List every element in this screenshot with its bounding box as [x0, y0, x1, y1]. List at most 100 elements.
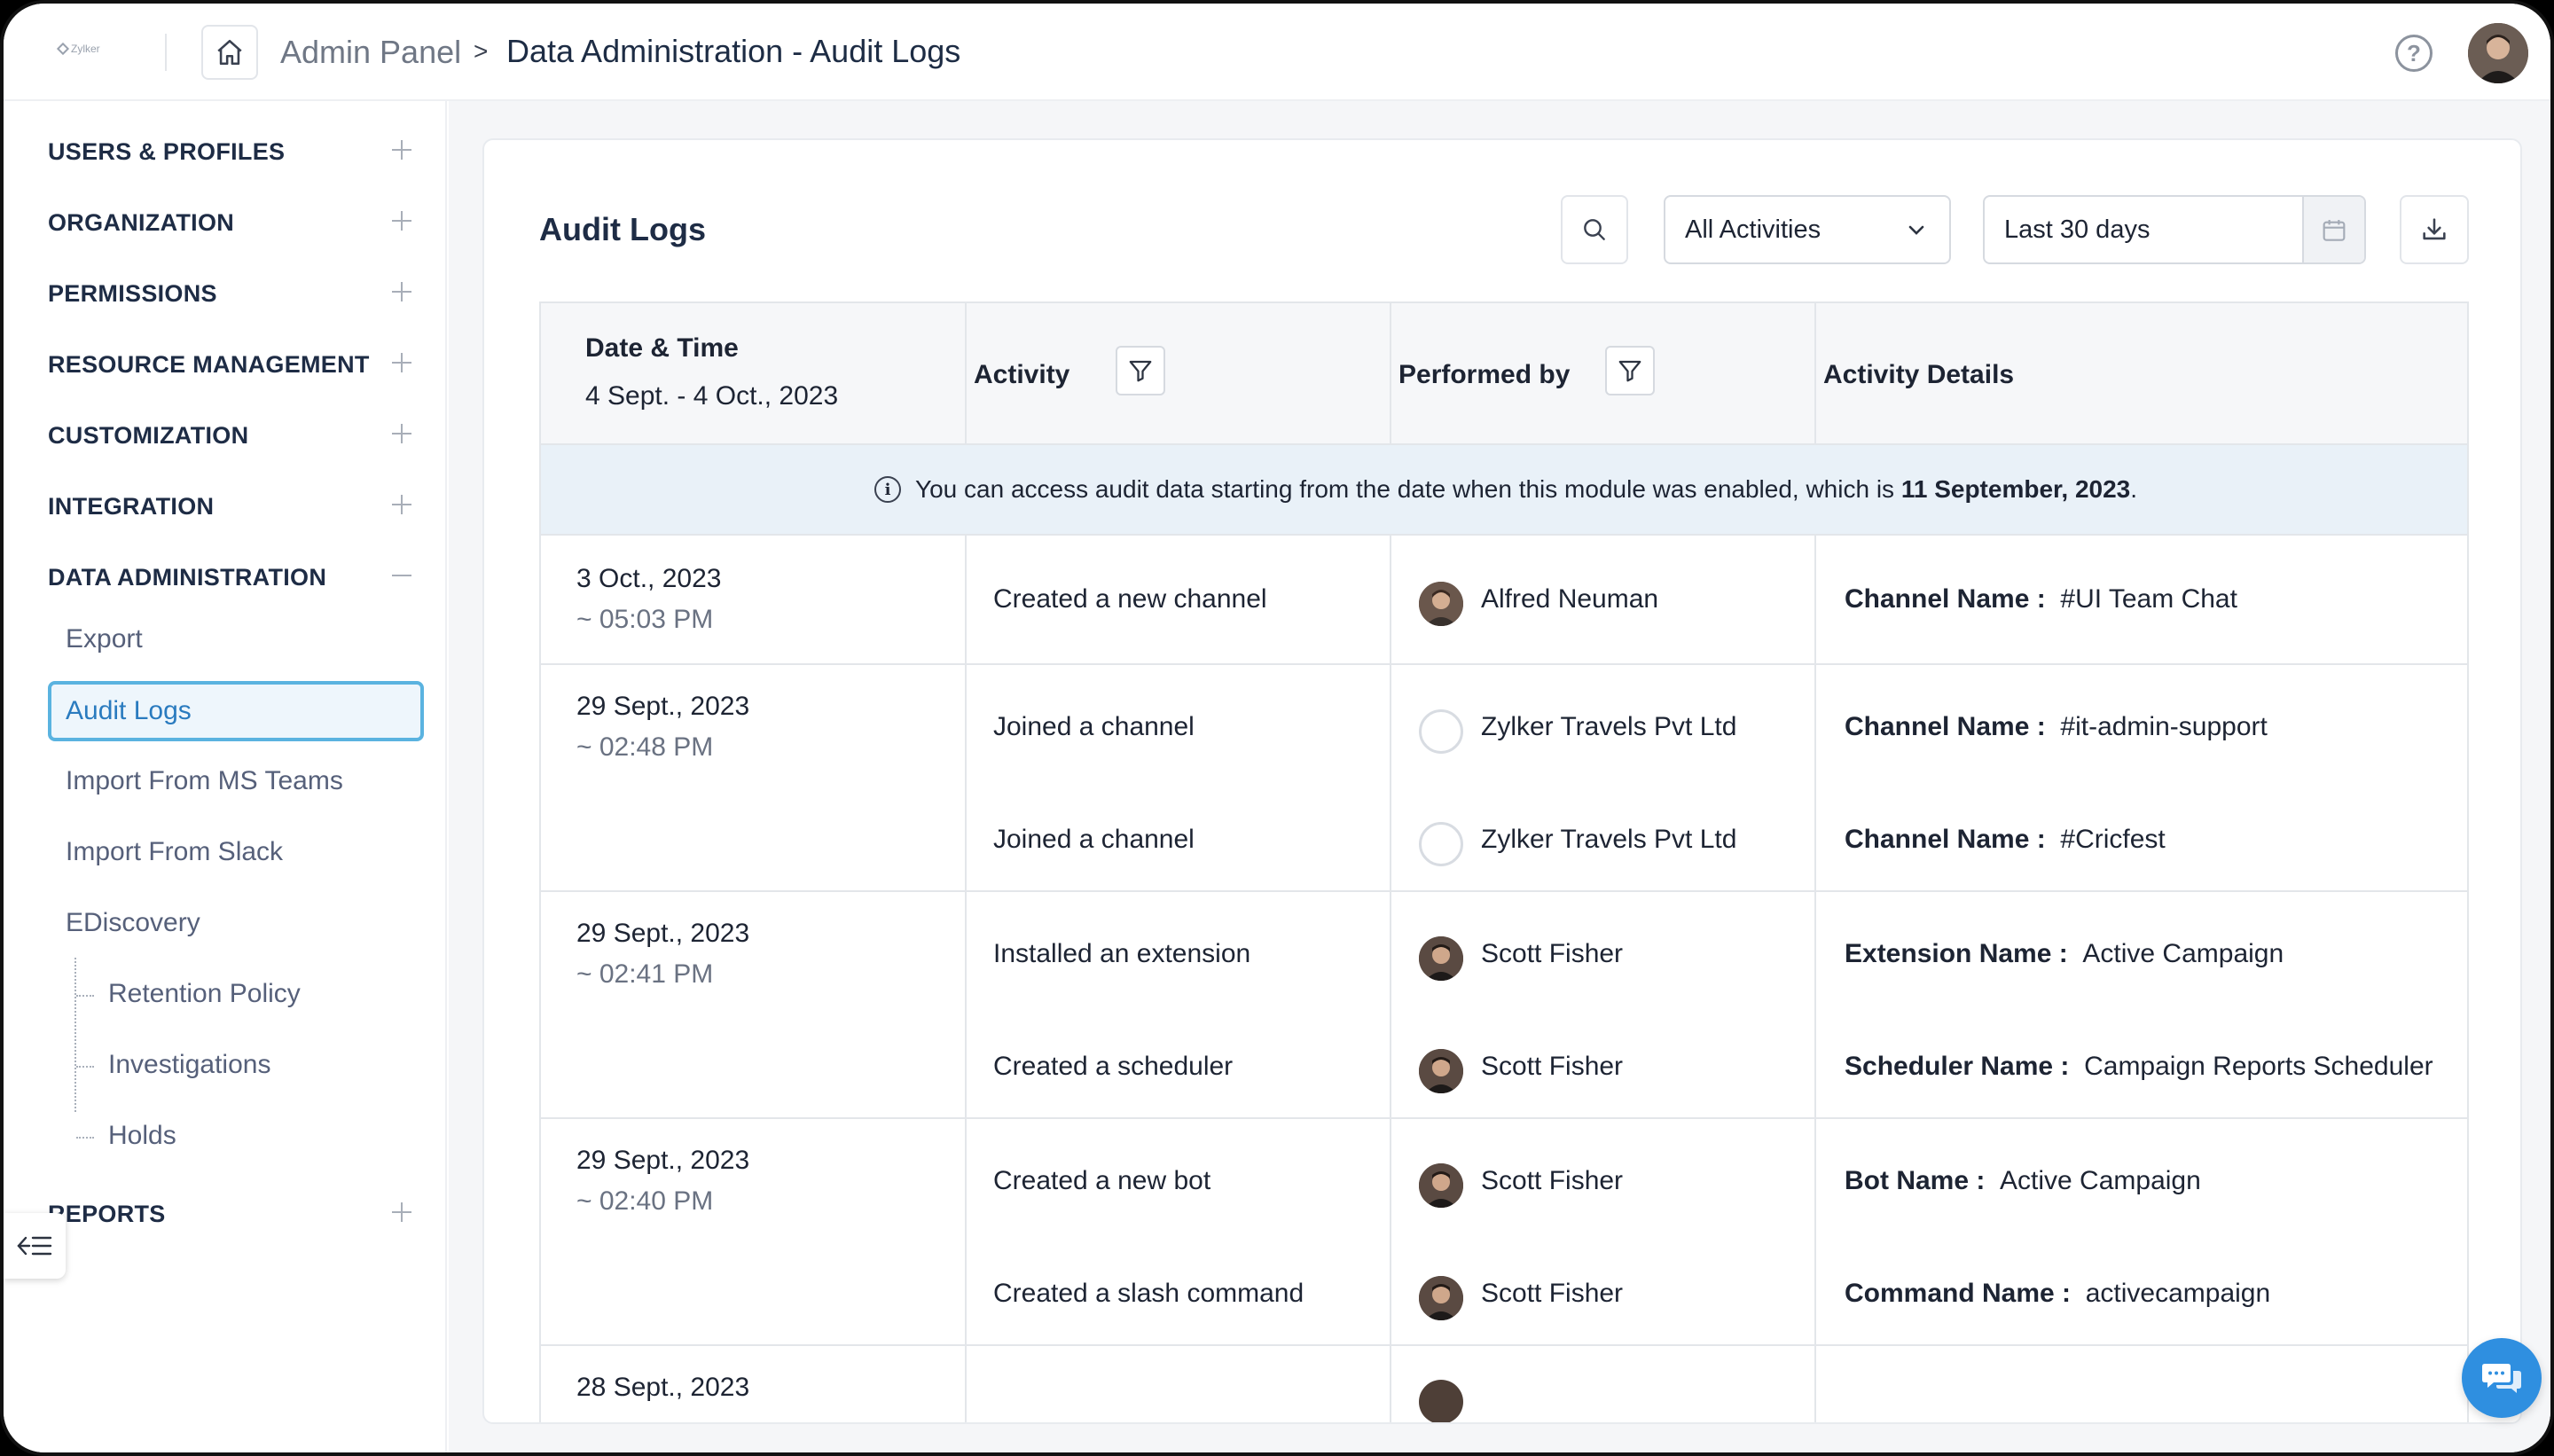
plus-icon[interactable] — [392, 1202, 411, 1222]
performed-by-filter — [1605, 346, 1655, 395]
row-activity: Installed an extension — [993, 939, 1251, 968]
column-performed-by-label: Performed by — [1398, 360, 1571, 389]
tree-branch — [76, 995, 94, 997]
row-user: Alfred Neuman — [1481, 584, 1659, 614]
home-icon — [217, 39, 242, 66]
header-divider — [165, 34, 167, 71]
plus-icon[interactable] — [392, 495, 411, 514]
sidebar-section-organization[interactable]: ORGANIZATION — [48, 209, 234, 237]
sidebar-section-integration[interactable]: INTEGRATION — [48, 493, 214, 521]
help-glyph: ? — [2407, 39, 2421, 67]
sidebar-section-users-profiles[interactable]: USERS & PROFILES — [48, 138, 285, 166]
detail-value: #UI Team Chat — [2060, 584, 2237, 614]
detail-value: activecampaign — [2085, 1279, 2271, 1308]
plus-icon[interactable] — [392, 424, 411, 443]
collapse-sidebar-button[interactable] — [4, 1213, 66, 1279]
search-icon — [1584, 219, 1605, 240]
column-divider — [1390, 536, 1391, 1422]
row-divider — [541, 1117, 2467, 1119]
row-divider — [541, 890, 2467, 892]
plus-icon[interactable] — [392, 140, 411, 160]
activity-filter-button[interactable] — [1116, 346, 1165, 395]
avatar — [1419, 936, 1463, 981]
row-time: ~ 05:03 PM — [576, 605, 714, 634]
chat-button[interactable] — [2462, 1338, 2542, 1418]
performed-by-filter-button[interactable] — [1605, 346, 1655, 395]
detail-label: Channel Name : — [1845, 712, 2046, 741]
row-date: 29 Sept., 2023 — [576, 1146, 750, 1175]
download-button[interactable] — [2400, 195, 2469, 264]
sidebar-item-audit-logs[interactable]: Audit Logs — [48, 681, 424, 741]
sidebar-section-resource-management[interactable]: RESOURCE MANAGEMENT — [48, 351, 370, 379]
sidebar-item-retention-policy[interactable]: Retention Policy — [108, 979, 301, 1009]
tree-branch — [76, 1066, 94, 1068]
detail-label: Extension Name : — [1845, 939, 2068, 968]
search-button[interactable] — [1561, 195, 1628, 264]
row-details: Scheduler Name : Campaign Reports Schedu… — [1845, 1052, 2433, 1082]
detail-value: Campaign Reports Scheduler — [2084, 1052, 2433, 1081]
column-divider — [1814, 303, 1816, 445]
filter-icon — [1618, 360, 1641, 382]
calendar-button[interactable] — [2302, 197, 2364, 262]
avatar-photo — [2468, 23, 2528, 83]
avatar — [1419, 1163, 1463, 1208]
row-activity: Created a scheduler — [993, 1052, 1234, 1081]
chat-icon — [2482, 1364, 2521, 1393]
plus-icon[interactable] — [392, 211, 411, 231]
row-activity: Joined a channel — [993, 712, 1195, 741]
sidebar-item-ediscovery[interactable]: EDiscovery — [66, 908, 200, 938]
detail-value: Active Campaign — [2000, 1166, 2201, 1195]
audit-logs-card: Audit Logs All Activities Last 30 days D… — [482, 138, 2522, 1424]
date-range-value: Last 30 days — [2004, 215, 2151, 244]
sidebar-section-customization[interactable]: CUSTOMIZATION — [48, 422, 248, 450]
avatar — [1419, 709, 1463, 754]
plus-icon[interactable] — [392, 353, 411, 372]
user-avatar[interactable] — [2468, 23, 2528, 83]
row-date: 28 Sept., 2023 — [576, 1373, 750, 1402]
row-date: 3 Oct., 2023 — [576, 564, 722, 593]
avatar — [1419, 1049, 1463, 1093]
row-activity: Joined a channel — [993, 825, 1195, 854]
row-user: Scott Fisher — [1481, 1279, 1624, 1308]
row-details: Channel Name : #it-admin-support — [1845, 712, 2268, 742]
row-user: Scott Fisher — [1481, 939, 1624, 968]
audit-table: Date & Time 4 Sept. - 4 Oct., 2023 Activ… — [539, 301, 2469, 1422]
sidebar-item-holds[interactable]: Holds — [108, 1121, 176, 1151]
sidebar-item-investigations[interactable]: Investigations — [108, 1050, 270, 1080]
column-datetime-range: 4 Sept. - 4 Oct., 2023 — [585, 381, 839, 411]
avatar — [1419, 1276, 1463, 1320]
sidebar-item-import-slack[interactable]: Import From Slack — [66, 837, 283, 867]
activity-select[interactable]: All Activities — [1664, 195, 1951, 264]
minus-icon[interactable] — [392, 566, 411, 585]
app-window: Zylker Admin Panel > Data Administration… — [0, 0, 2554, 1456]
sidebar-item-export[interactable]: Export — [66, 624, 143, 654]
collapse-sidebar-icon — [17, 1236, 52, 1256]
sidebar-item-import-ms-teams[interactable]: Import From MS Teams — [66, 766, 343, 796]
info-banner-date: 11 September, 2023 — [1900, 475, 2131, 503]
info-banner-end: . — [2130, 475, 2138, 503]
row-details: Bot Name : Active Campaign — [1845, 1166, 2201, 1196]
column-details-label: Activity Details — [1823, 360, 2015, 389]
detail-value: #Cricfest — [2060, 825, 2166, 854]
detail-label: Scheduler Name : — [1845, 1052, 2070, 1081]
row-date: 29 Sept., 2023 — [576, 919, 750, 948]
row-details: Extension Name : Active Campaign — [1845, 939, 2284, 969]
detail-label: Channel Name : — [1845, 584, 2046, 614]
sidebar-section-data-administration[interactable]: DATA ADMINISTRATION — [48, 564, 326, 591]
home-button[interactable] — [201, 25, 258, 80]
calendar-icon — [2323, 220, 2346, 241]
sidebar-section-permissions[interactable]: PERMISSIONS — [48, 280, 217, 308]
date-range-field[interactable]: Last 30 days — [1983, 195, 2366, 264]
detail-label: Channel Name : — [1845, 825, 2046, 854]
row-date: 29 Sept., 2023 — [576, 692, 750, 721]
detail-label: Bot Name : — [1845, 1166, 1986, 1195]
breadcrumb-admin-panel[interactable]: Admin Panel — [280, 34, 461, 71]
plus-icon[interactable] — [392, 282, 411, 301]
info-banner-text: You can access audit data starting from … — [914, 475, 1895, 503]
logo-text: Zylker — [71, 43, 100, 55]
tree-connector — [74, 958, 76, 1112]
row-details: Command Name : activecampaign — [1845, 1279, 2270, 1309]
help-icon[interactable]: ? — [2395, 35, 2433, 72]
avatar — [1419, 822, 1463, 866]
row-time: ~ 02:41 PM — [576, 959, 714, 989]
